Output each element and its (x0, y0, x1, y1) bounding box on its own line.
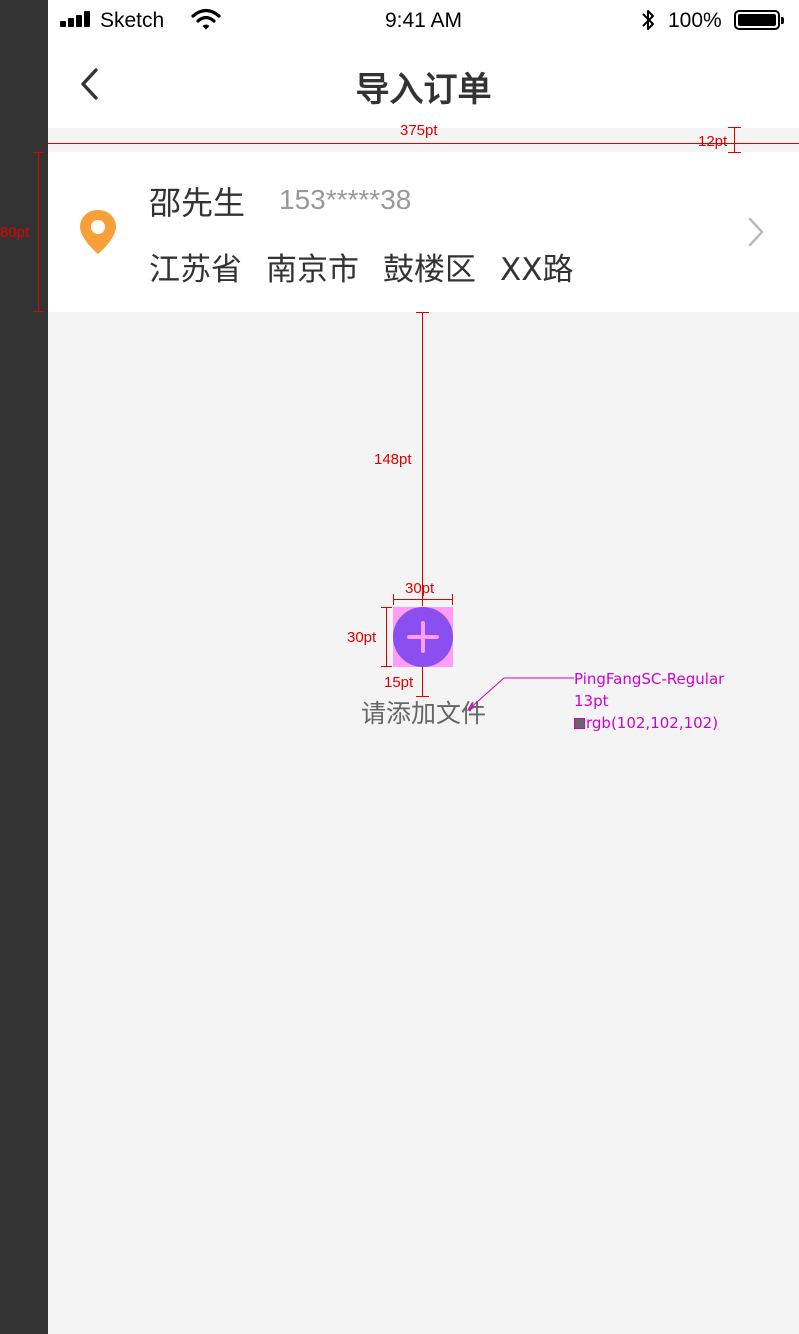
spec-font-family: PingFangSC-Regular (574, 670, 725, 688)
measure-gap-button: 148pt (374, 451, 412, 468)
spec-color-swatch (574, 718, 585, 729)
measure-gap-label: 15pt (384, 674, 414, 691)
measure-width: 375pt (400, 122, 438, 139)
address-street: XX路 (500, 252, 574, 288)
bluetooth-icon (642, 10, 654, 30)
spec-font-size: 13pt (574, 692, 609, 710)
spec-font-color: rgb(102,102,102) (586, 714, 719, 732)
measure-gap-top: 12pt (698, 133, 728, 150)
measure-card-line (38, 152, 39, 312)
measure-button-width: 30pt (405, 580, 435, 597)
page-title: 导入订单 (355, 70, 492, 110)
plus-icon (407, 621, 439, 653)
contact-phone: 153*****38 (279, 184, 412, 215)
measure-button-height: 30pt (347, 629, 377, 646)
battery-icon (734, 10, 784, 30)
address-line: 江苏省 南京市 鼓楼区 XX路 (149, 244, 597, 289)
measure-card-height: 80pt (0, 224, 30, 241)
address-card[interactable]: 邵先生 153*****38 江苏省 南京市 鼓楼区 XX路 (48, 152, 799, 312)
contact-name: 邵先生 (149, 184, 246, 222)
add-file-button[interactable] (393, 607, 453, 667)
measure-card-tick-top (33, 152, 44, 153)
nav-bar: 导入订单 (48, 42, 799, 128)
status-bar: Sketch 9:41 AM 100% (48, 0, 799, 42)
phone-screen: Sketch 9:41 AM 100% 导入订单 邵先生 153*****38 … (48, 0, 799, 1334)
measure-card-tick-bottom (33, 311, 44, 312)
location-pin-icon (80, 210, 116, 254)
chevron-right-icon (748, 217, 764, 247)
address-province: 江苏省 (149, 252, 242, 288)
spec-leader-line (466, 677, 574, 712)
address-city: 南京市 (266, 252, 359, 288)
address-district: 鼓楼区 (383, 252, 476, 288)
battery-percent: 100% (668, 9, 722, 32)
